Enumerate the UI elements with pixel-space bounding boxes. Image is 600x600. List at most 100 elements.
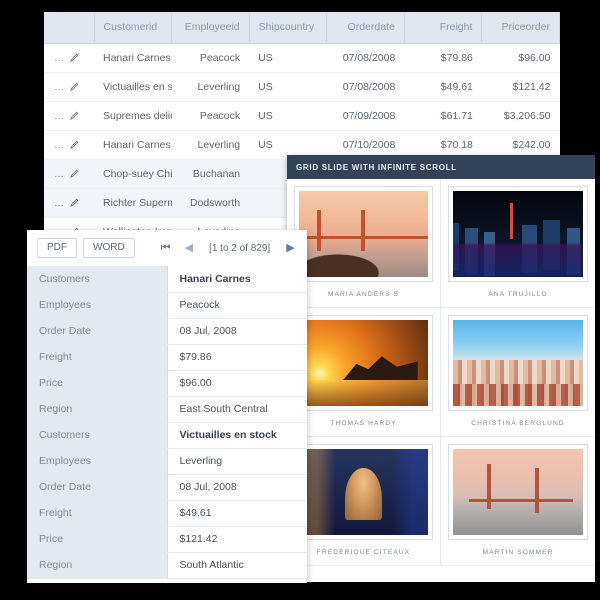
more-icon[interactable]: … (54, 140, 65, 151)
detail-row: Price $121.42 (27, 526, 307, 553)
orders-col-freight[interactable]: Freight (404, 12, 483, 44)
cell-freight: $79.86 (404, 43, 482, 73)
previous-page-icon[interactable]: ◀ (181, 242, 197, 254)
cell-shipcountry: US (249, 43, 327, 73)
toronto-skyline-night-photo (453, 191, 583, 277)
detail-value: Victuailles en stock (167, 422, 307, 449)
detail-row: Customers Victuailles en stock (27, 422, 307, 449)
detail-row: Order Date 08 Jul, 2008 (27, 474, 307, 501)
cell-customerid: Hanari Carnes (94, 43, 172, 73)
more-icon[interactable]: … (54, 53, 65, 64)
grid-slide-panel: GRID SLIDE WITH INFINITE SCROLL MARIA AN… (287, 155, 595, 582)
detail-value: South Atlantic (167, 552, 307, 579)
detail-value: 08 Jul, 2008 (167, 474, 307, 501)
page-info-label: [1 to 2 of 829] (209, 242, 271, 254)
detail-row: Freight $49.61 (27, 500, 307, 527)
cell-customerid: Victuailles en stock (94, 72, 172, 102)
row-command-cell[interactable]: … (44, 101, 94, 131)
row-command-cell[interactable]: … (44, 159, 94, 189)
card-caption: FREDERIQUE CITEAUX (316, 549, 411, 556)
golden-gate-bridge-dusk-photo (453, 449, 583, 535)
cell-shipcountry: US (249, 72, 327, 102)
grid-slide-title: GRID SLIDE WITH INFINITE SCROLL (287, 155, 595, 179)
photo-frame (448, 186, 588, 282)
detail-value: East South Central (167, 396, 307, 423)
detail-toolbar: PDF WORD ⏮ ◀ [1 to 2 of 829] ▶ ⏭ (27, 230, 307, 266)
cell-customerid: Supremes delices (94, 101, 172, 131)
card-caption: CHRISTINA BERGLUND (471, 420, 565, 427)
detail-value: $96.00 (167, 370, 307, 397)
list-item[interactable]: MARIA ANDERS S (287, 179, 441, 308)
table-row[interactable]: … Supremes delicesPeacockUS07/09/2008$61.… (44, 101, 560, 131)
detail-value: Hanari Carnes (167, 266, 307, 293)
list-item[interactable]: ANA TRUJILLO (441, 179, 595, 308)
budapest-basilica-night-photo (299, 449, 428, 535)
cell-shipcountry: US (249, 101, 327, 131)
city-rooftops-photo (453, 320, 583, 406)
image-card-grid: MARIA ANDERS S ANA TRUJILLO THOMAS HARDY CH… (287, 179, 595, 566)
card-caption: MARIA ANDERS S (327, 291, 400, 298)
cell-employeeid: Leverling (171, 72, 250, 102)
more-icon[interactable]: … (54, 169, 65, 180)
cell-employeeid: Peacock (171, 43, 250, 73)
first-page-icon[interactable]: ⏮ (157, 242, 175, 254)
detail-row: Freight $79.86 (27, 344, 307, 371)
detail-label: Customers (27, 422, 168, 449)
detail-value: $79.86 (167, 344, 307, 371)
orders-col-shipcountry[interactable]: Shipcountry (249, 12, 328, 44)
record-detail-panel: PDF WORD ⏮ ◀ [1 to 2 of 829] ▶ ⏭ Custome… (27, 230, 307, 583)
table-row[interactable]: … Hanari Carnes Peacock US 07/08/2008 $79.86 $… (44, 43, 560, 73)
detail-row: Employees Peacock (27, 292, 307, 319)
detail-label: Price (27, 526, 168, 553)
cell-orderdate: 07/08/2008 (326, 72, 405, 102)
export-word-button[interactable]: WORD (83, 238, 135, 258)
detail-row: Price $96.00 (27, 370, 307, 397)
orders-table-header-row: Customerid Employeeid Shipcountry Orderdate… (44, 12, 560, 44)
list-item[interactable]: MARTIN SOMMER (441, 437, 595, 566)
orders-col-customerid[interactable]: Customerid (94, 12, 173, 44)
cell-customerid: Richter Supermarkt (94, 188, 172, 218)
record-detail-table: Customers Hanari Carnes Employees Peacock Or… (27, 266, 307, 579)
orders-col-orderdate[interactable]: Orderdate (326, 12, 405, 44)
list-item[interactable]: THOMAS HARDY (287, 308, 441, 437)
detail-label: Order Date (27, 318, 168, 345)
export-pdf-button[interactable]: PDF (37, 238, 77, 258)
list-item[interactable]: FREDERIQUE CITEAUX (287, 437, 441, 566)
more-icon[interactable]: … (54, 82, 65, 93)
table-row[interactable]: … Victuailles en stockLeverlingUS07/08/20… (44, 72, 560, 102)
orders-col-employeeid[interactable]: Employeeid (171, 12, 250, 44)
more-icon[interactable]: … (54, 111, 65, 122)
more-icon[interactable]: … (54, 198, 65, 209)
photo-frame (448, 444, 588, 540)
cell-employeeid: Dodsworth (171, 188, 250, 218)
row-command-cell[interactable]: … (44, 72, 94, 102)
list-item[interactable]: CHRISTINA BERGLUND (441, 308, 595, 437)
orders-col-priceorder[interactable]: Priceorder (481, 12, 560, 44)
cell-employeeid: Peacock (171, 101, 250, 131)
detail-row: Customers Hanari Carnes (27, 266, 307, 293)
detail-value: $121.42 (167, 526, 307, 553)
card-caption: ANA TRUJILLO (488, 291, 548, 298)
next-page-icon[interactable]: ▶ (282, 242, 298, 254)
row-command-cell[interactable]: … (44, 130, 94, 160)
detail-value: $49.61 (167, 500, 307, 527)
detail-label: Customers (27, 266, 168, 293)
detail-label: Region (27, 396, 168, 423)
detail-label: Order Date (27, 474, 168, 501)
orders-col-cmd[interactable] (44, 12, 95, 44)
cell-priceorder: $121.42 (481, 72, 560, 102)
detail-value: 08 Jul, 2008 (167, 318, 307, 345)
cell-priceorder: $96.00 (481, 43, 560, 73)
row-command-cell[interactable]: … (44, 43, 94, 73)
last-page-icon[interactable]: ⏭ (305, 243, 307, 254)
photo-frame (294, 186, 433, 282)
detail-label: Region (27, 552, 168, 579)
detail-label: Employees (27, 448, 168, 475)
detail-row: Order Date 08 Jul, 2008 (27, 318, 307, 345)
cell-customerid: Chop-suey Chinese (94, 159, 172, 189)
row-command-cell[interactable]: … (44, 188, 94, 218)
detail-value: Leverling (167, 448, 307, 475)
cell-orderdate: 07/08/2008 (326, 43, 405, 73)
detail-row: Region South Atlantic (27, 552, 307, 579)
rio-beach-sunset-photo (299, 320, 428, 406)
